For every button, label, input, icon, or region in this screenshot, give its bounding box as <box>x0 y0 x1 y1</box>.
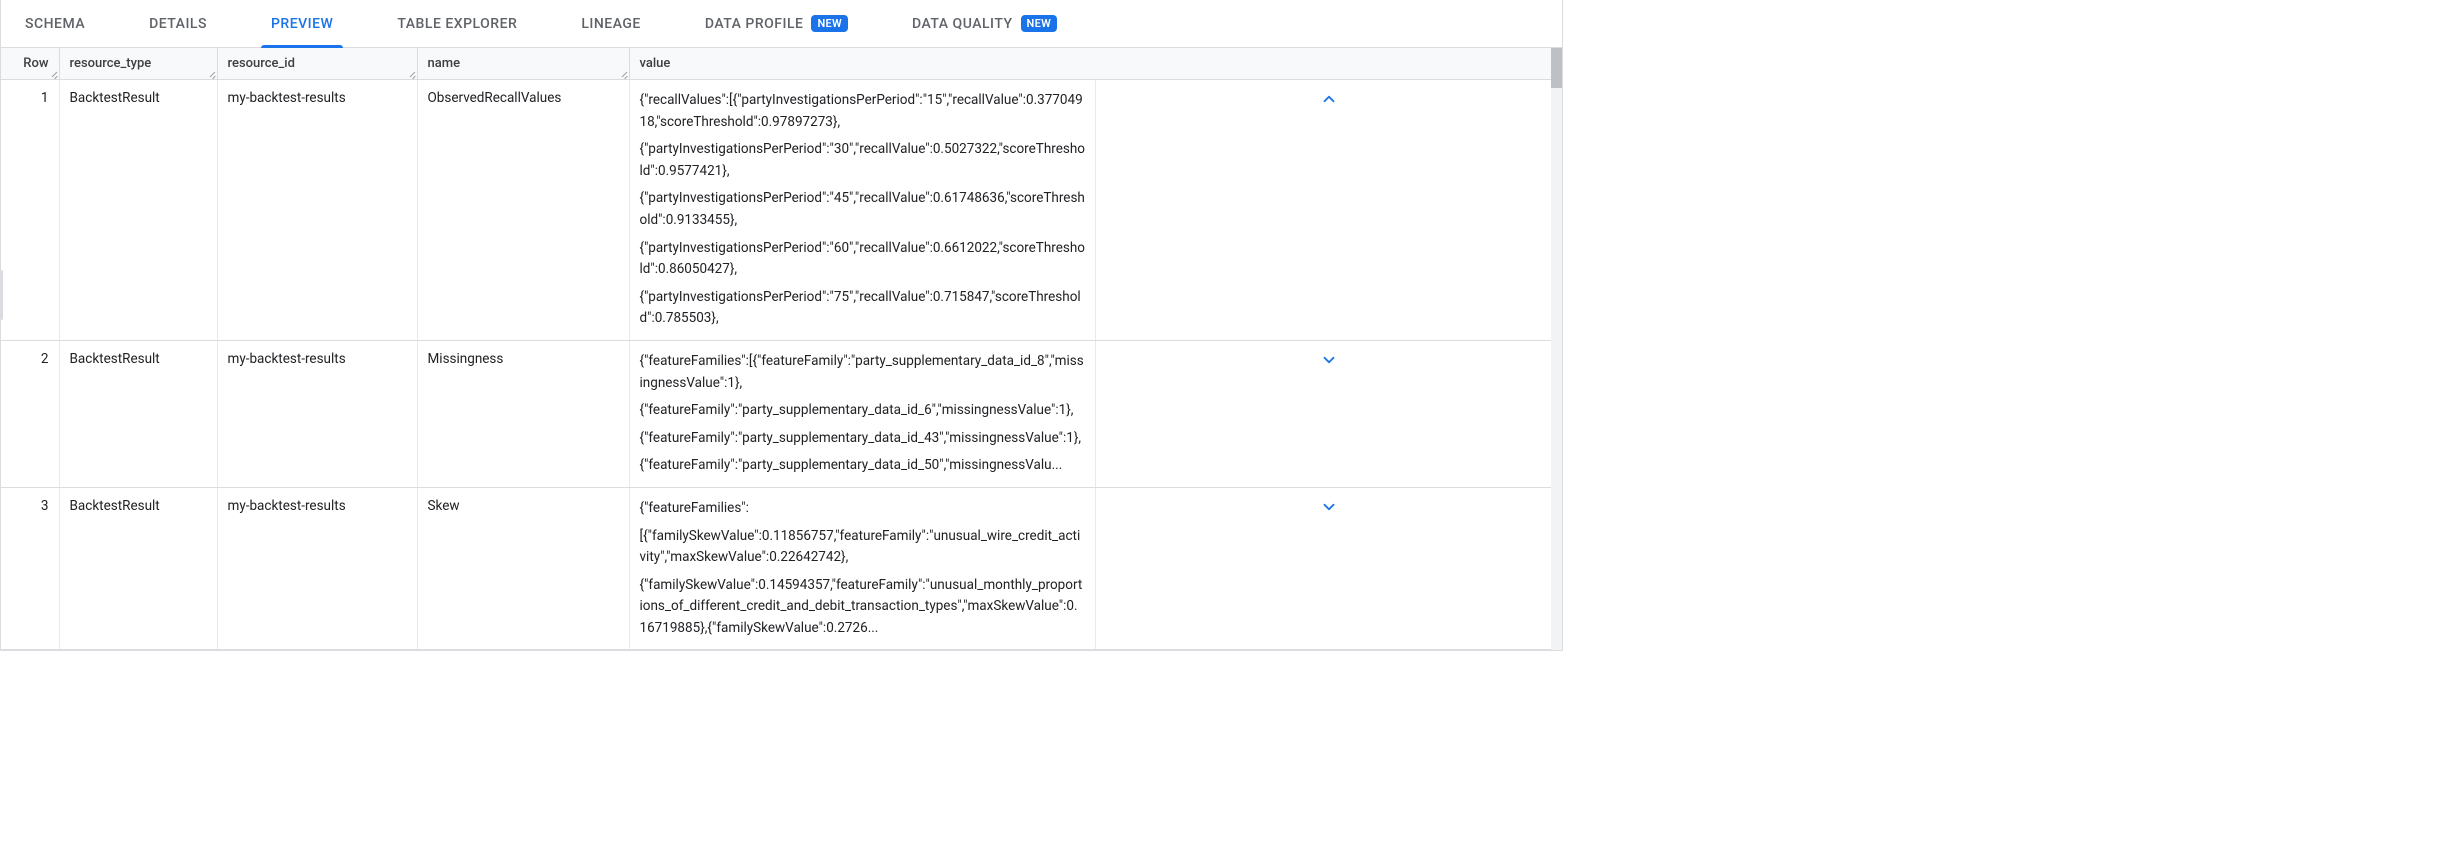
tab-preview[interactable]: PREVIEW <box>261 0 343 47</box>
new-badge: NEW <box>1021 15 1058 32</box>
cell-row-number: 3 <box>1 487 59 650</box>
cell-name: Skew <box>417 487 629 650</box>
new-badge: NEW <box>811 15 848 32</box>
tab-data-quality[interactable]: DATA QUALITY NEW <box>902 0 1067 47</box>
col-header-resource-id-label: resource_id <box>228 56 295 71</box>
cell-toggle <box>1096 80 1563 341</box>
cell-resource-type: BacktestResult <box>59 340 217 487</box>
cell-resource-id: my-backtest-results <box>217 487 417 650</box>
resize-handle[interactable] <box>51 71 59 79</box>
value-line: {"featureFamilies":[{"featureFamily":"pa… <box>640 351 1086 394</box>
cell-value: {"featureFamilies":[{"featureFamily":"pa… <box>629 340 1096 487</box>
cell-toggle <box>1096 340 1563 487</box>
tab-lineage[interactable]: LINEAGE <box>571 0 651 47</box>
scrollbar-thumb[interactable] <box>1551 48 1562 88</box>
cell-resource-id: my-backtest-results <box>217 340 417 487</box>
tab-label: DATA PROFILE <box>705 16 804 32</box>
resize-handle[interactable] <box>209 71 217 79</box>
tab-label: DETAILS <box>149 16 207 32</box>
cell-resource-id: my-backtest-results <box>217 80 417 341</box>
col-header-resource-type[interactable]: resource_type <box>59 48 217 80</box>
col-header-row[interactable]: Row <box>1 48 59 80</box>
value-line: {"partyInvestigationsPerPeriod":"45","re… <box>640 188 1086 231</box>
cell-toggle <box>1096 487 1563 650</box>
value-line: {"partyInvestigationsPerPeriod":"60","re… <box>640 238 1086 281</box>
chevron-down-icon[interactable] <box>1320 351 1338 369</box>
table-row: 2BacktestResultmy-backtest-resultsMissin… <box>1 340 1562 487</box>
tab-label: DATA QUALITY <box>912 16 1013 32</box>
cell-resource-type: BacktestResult <box>59 487 217 650</box>
col-header-name[interactable]: name <box>417 48 629 80</box>
col-header-value-label: value <box>640 56 671 71</box>
cell-name: ObservedRecallValues <box>417 80 629 341</box>
tab-label: TABLE EXPLORER <box>397 16 517 32</box>
table-wrap: Row resource_type resource_id name <box>1 48 1562 650</box>
value-line: {"featureFamily":"party_supplementary_da… <box>640 428 1086 450</box>
tab-data-profile[interactable]: DATA PROFILE NEW <box>695 0 858 47</box>
col-header-name-label: name <box>428 56 461 71</box>
cell-name: Missingness <box>417 340 629 487</box>
cell-row-number: 2 <box>1 340 59 487</box>
value-line: {"partyInvestigationsPerPeriod":"75","re… <box>640 287 1086 330</box>
vertical-scrollbar[interactable] <box>1551 48 1562 650</box>
preview-table: Row resource_type resource_id name <box>1 48 1562 650</box>
value-line: {"partyInvestigationsPerPeriod":"30","re… <box>640 139 1086 182</box>
resize-handle[interactable] <box>621 71 629 79</box>
resize-handle[interactable] <box>409 71 417 79</box>
preview-panel: SCHEMA DETAILS PREVIEW TABLE EXPLORER LINEAG… <box>0 0 1563 651</box>
col-header-row-label: Row <box>23 56 48 71</box>
tab-details[interactable]: DETAILS <box>139 0 217 47</box>
tab-label: SCHEMA <box>25 16 85 32</box>
table-row: 1BacktestResultmy-backtest-resultsObserv… <box>1 80 1562 341</box>
value-line: {"featureFamily":"party_supplementary_da… <box>640 455 1086 477</box>
cell-value: {"recallValues":[{"partyInvestigationsPe… <box>629 80 1096 341</box>
chevron-up-icon[interactable] <box>1320 90 1338 108</box>
value-line: [{"familySkewValue":0.11856757,"featureF… <box>640 526 1086 569</box>
tab-schema[interactable]: SCHEMA <box>15 0 95 47</box>
cell-row-number: 1 <box>1 80 59 341</box>
col-header-value[interactable]: value <box>629 48 1562 80</box>
table-row: 3BacktestResultmy-backtest-resultsSkew{"… <box>1 487 1562 650</box>
value-line: {"familySkewValue":0.14594357,"featureFa… <box>640 575 1086 640</box>
tab-bar: SCHEMA DETAILS PREVIEW TABLE EXPLORER LINEAG… <box>1 0 1562 48</box>
cell-resource-type: BacktestResult <box>59 80 217 341</box>
value-line: {"featureFamilies": <box>640 498 1086 520</box>
cell-value: {"featureFamilies": [{"familySkewValue":0… <box>629 487 1096 650</box>
tab-table-explorer[interactable]: TABLE EXPLORER <box>387 0 527 47</box>
value-line: {"featureFamily":"party_supplementary_da… <box>640 400 1086 422</box>
tab-label: LINEAGE <box>581 16 641 32</box>
col-header-resource-type-label: resource_type <box>70 56 152 71</box>
chevron-down-icon[interactable] <box>1320 498 1338 516</box>
col-header-resource-id[interactable]: resource_id <box>217 48 417 80</box>
value-line: {"recallValues":[{"partyInvestigationsPe… <box>640 90 1086 133</box>
tab-label: PREVIEW <box>271 16 333 32</box>
